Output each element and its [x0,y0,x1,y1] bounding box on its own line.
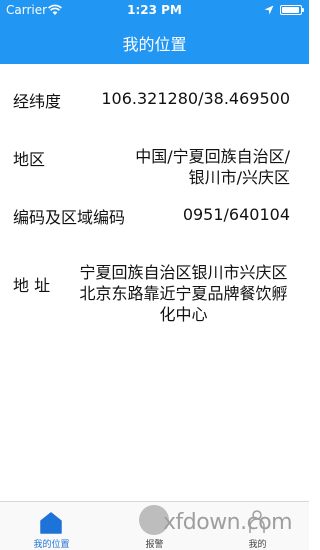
address-value: 宁夏回族自治区银川市兴庆区北京东路靠近宁夏品牌餐饮孵化中心 [79,263,288,324]
code-value: 0951/640104 [182,205,290,224]
watermark: xfdown.com [163,510,293,535]
page-title: 我的位置 [122,35,187,54]
nav-bar: 我的位置 [0,20,309,64]
tab-label: 我的位置 [33,540,70,550]
battery-icon [280,5,304,15]
region-label: 地区 [13,150,46,169]
status-time: 1:23 PM [127,3,182,17]
address-label: 地 址 [13,276,51,295]
code-label: 编码及区域编码 [13,208,126,227]
home-icon [40,512,62,534]
tab-my-location[interactable]: 我的位置 [0,502,103,550]
battery-fill [282,7,300,13]
coords-label: 经纬度 [13,92,62,111]
region-value: 中国/宁夏回族自治区/银川市/兴庆区 [135,147,290,187]
location-arrow-icon [264,5,274,15]
tab-label: 报警 [145,540,164,550]
tab-label: 我的 [248,540,267,550]
coords-value: 106.321280/38.469500 [101,89,290,108]
status-bar: Carrier 1:23 PM [0,0,309,20]
